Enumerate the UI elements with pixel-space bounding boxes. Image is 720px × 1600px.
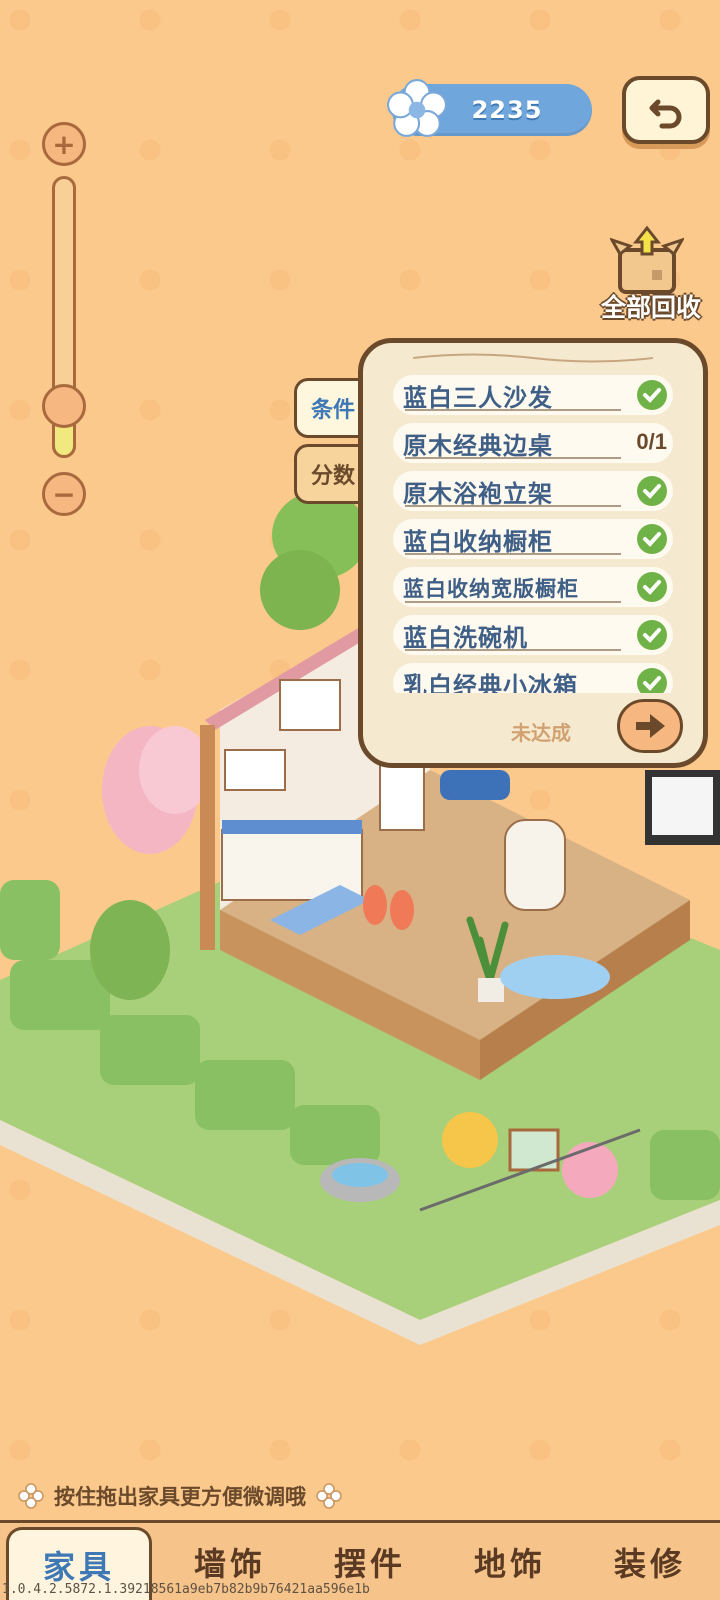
requirement-item[interactable]: 原木浴袍立架 [393, 471, 673, 511]
next-arrow-button[interactable] [617, 699, 683, 753]
arrow-right-icon [636, 714, 665, 738]
check-icon [637, 476, 667, 506]
check-icon [637, 572, 667, 602]
check-icon [637, 524, 667, 554]
flower-currency-icon [387, 79, 447, 137]
requirement-item[interactable]: 乳白经典小冰箱 [393, 663, 673, 693]
zoom-in-button[interactable]: + [42, 122, 86, 166]
tab-renovation[interactable]: 装修 [580, 1523, 720, 1600]
requirement-progress: 0/1 [636, 429, 667, 454]
tab-floor-decor[interactable]: 地饰 [440, 1523, 580, 1600]
hint-text: 按住拖出家具更方便微调哦 [54, 1485, 306, 1509]
recycle-box-icon[interactable] [610, 224, 684, 296]
check-icon [637, 380, 667, 410]
check-icon [637, 620, 667, 650]
zoom-out-button[interactable]: − [42, 472, 86, 516]
minus-icon: − [52, 477, 76, 511]
sofa [440, 770, 510, 800]
requirement-item[interactable]: 蓝白三人沙发 [393, 375, 673, 415]
plus-icon: + [52, 127, 76, 161]
requirements-panel: 蓝白三人沙发 原木经典边桌 0/1 原木浴袍立架 蓝白收纳橱柜 蓝白收纳宽版橱柜… [358, 338, 708, 768]
requirement-item[interactable]: 蓝白收纳橱柜 [393, 519, 673, 559]
panel-decor-line [413, 353, 653, 363]
sparkle-icon [18, 1483, 44, 1509]
hint-bar: 按住拖出家具更方便微调哦 [18, 1478, 342, 1514]
undo-arrow-icon [649, 99, 682, 129]
bath-mat [500, 955, 610, 999]
panel-status: 未达成 [511, 721, 571, 745]
recycle-all-label[interactable]: 全部回收 [590, 288, 712, 324]
back-button[interactable] [622, 76, 710, 144]
bear-topiary [90, 900, 170, 1000]
version-string: 1.0.4.2.5872.1.39218561a9eb7b82b9b76421a… [2, 1582, 370, 1597]
sparkle-icon [316, 1483, 342, 1509]
requirements-list[interactable]: 蓝白三人沙发 原木经典边桌 0/1 原木浴袍立架 蓝白收纳橱柜 蓝白收纳宽版橱柜… [393, 375, 673, 693]
currency-value: 2235 [471, 96, 543, 124]
bookcase [504, 819, 566, 911]
requirement-item[interactable]: 原木经典边桌 0/1 [393, 423, 673, 463]
requirement-item[interactable]: 蓝白洗碗机 [393, 615, 673, 655]
requirement-item[interactable]: 蓝白收纳宽版橱柜 [393, 567, 673, 607]
check-icon [637, 668, 667, 693]
zoom-slider-thumb[interactable] [42, 384, 86, 428]
